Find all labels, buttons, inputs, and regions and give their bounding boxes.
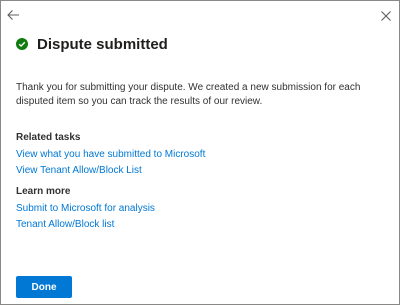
dispute-submitted-panel: Dispute submitted Thank you for submitti… — [0, 0, 400, 305]
tenant-allow-block-list-doc-link[interactable]: Tenant Allow/Block list — [16, 219, 114, 230]
learn-more-heading: Learn more — [16, 186, 71, 197]
related-tasks-heading: Related tasks — [16, 132, 81, 143]
view-tenant-allow-block-list-link[interactable]: View Tenant Allow/Block List — [16, 165, 142, 176]
done-button[interactable]: Done — [16, 276, 72, 298]
view-submissions-link[interactable]: View what you have submitted to Microsof… — [16, 149, 205, 160]
success-check-icon — [16, 38, 28, 50]
description-text: Thank you for submitting your dispute. W… — [16, 82, 361, 107]
page-title: Dispute submitted — [37, 35, 168, 53]
back-arrow-icon — [7, 10, 19, 20]
back-button[interactable] — [5, 7, 21, 23]
close-icon — [381, 11, 391, 21]
title-row: Dispute submitted — [16, 34, 168, 54]
submit-for-analysis-link[interactable]: Submit to Microsoft for analysis — [16, 203, 155, 214]
close-button[interactable] — [379, 9, 393, 23]
